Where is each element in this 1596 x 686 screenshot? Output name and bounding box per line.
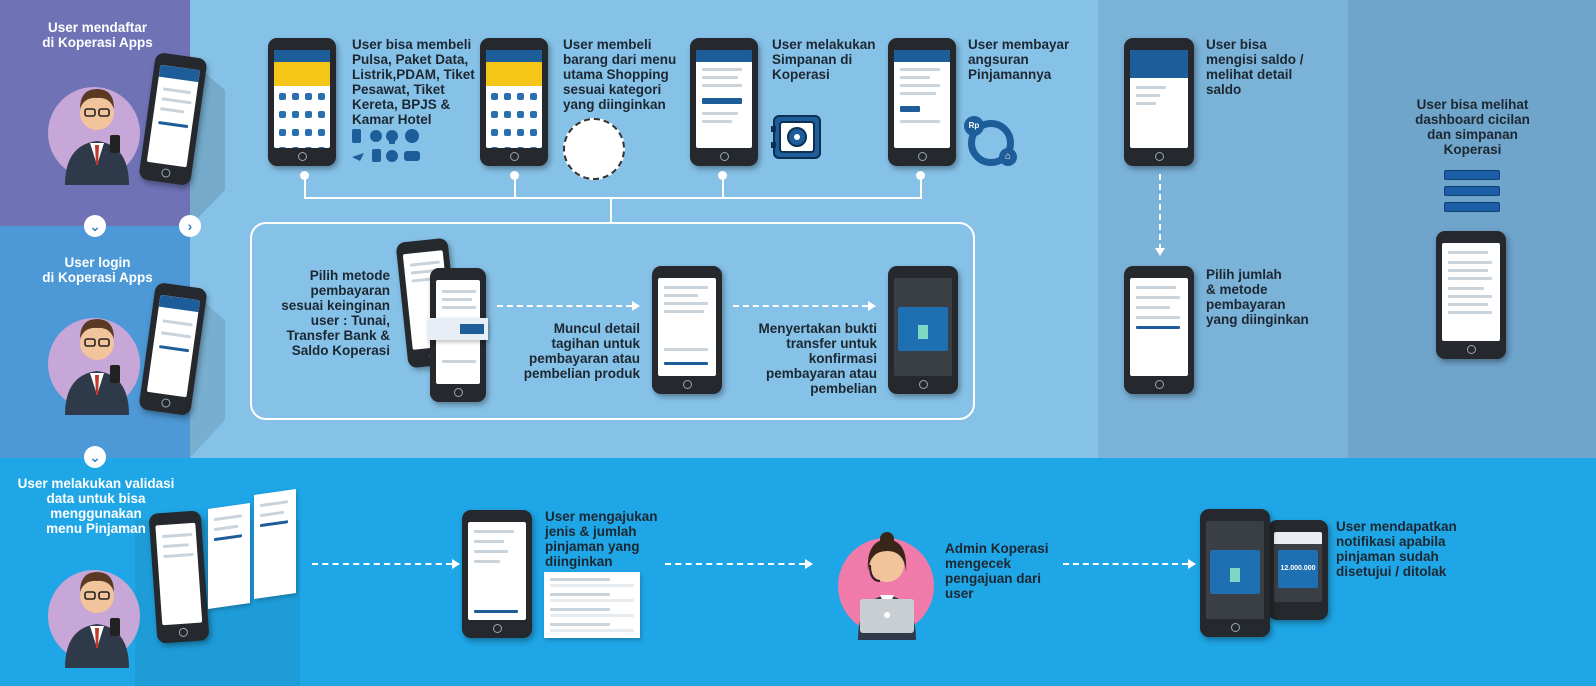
businessman-icon (65, 319, 129, 415)
caption-topup-method: Pilih jumlah & metode pembayaran yang di… (1206, 267, 1309, 327)
caption-register: User mendaftar di Koperasi Apps (42, 20, 153, 50)
menu-icon-bar-1 (1444, 170, 1500, 180)
phone-shopping (480, 38, 548, 166)
caption-payment-method: Pilih metode pembayaran sesuai keinginan… (281, 268, 390, 358)
caption-login: User login di Koperasi Apps (42, 255, 153, 285)
arrow-head (452, 559, 460, 569)
validation-form-card-2 (254, 489, 296, 599)
chevron-down-icon: ⌄ (84, 446, 106, 468)
validation-form-card-1 (208, 503, 250, 609)
panel-dashboard-bg (1348, 0, 1596, 458)
caption-dashboard: User bisa melihat dashboard cicilan dan … (1415, 97, 1530, 157)
loan-amount-label: 12.000.000 (1280, 564, 1316, 572)
caption-notification: User mendapatkan notifikasi apabila pinj… (1336, 519, 1457, 579)
arrow-validate-to-request (312, 563, 452, 565)
phone-notification-back: 12.000.000 (1268, 520, 1328, 620)
menu-icon-bar-2 (1444, 186, 1500, 196)
arrow-admin-to-notification (1063, 563, 1188, 565)
phone-savings (690, 38, 758, 166)
arrow-head (1188, 559, 1196, 569)
phone-transfer-proof (888, 266, 958, 394)
chevron-down-icon: ⌄ (84, 215, 106, 237)
arrow-head (1155, 248, 1165, 256)
caption-savings: User melakukan Simpanan di Koperasi (772, 37, 876, 82)
safe-icon (771, 115, 821, 159)
loan-form-card (544, 572, 640, 638)
phone-topup (1124, 38, 1194, 166)
arrow-head (632, 301, 640, 311)
arrow-head (868, 301, 876, 311)
arrow-request-to-admin (665, 563, 805, 565)
caption-buy-ppob: User bisa membeli Pulsa, Paket Data, Lis… (352, 37, 475, 127)
caption-bill-detail: Muncul detail tagihan untuk pembayaran a… (523, 321, 640, 381)
caption-admin-check: Admin Koperasi mengecek pengajuan dari u… (945, 541, 1049, 601)
phone-topup-method (1124, 266, 1194, 394)
arrow-payment-to-bill (497, 305, 632, 307)
arrow-bill-to-proof (733, 305, 868, 307)
category-icons-circle (563, 118, 625, 180)
phone-ppob (268, 38, 336, 166)
businessman-icon (65, 89, 129, 185)
caption-loan-request: User mengajukan jenis & jumlah pinjaman … (545, 509, 658, 569)
phone-dashboard (1436, 231, 1506, 359)
admin-woman-icon (858, 532, 916, 640)
businessman-icon (65, 572, 129, 668)
rp-badge: Rp (964, 116, 984, 136)
payment-options-card (428, 318, 488, 340)
phone-loan-request (462, 510, 532, 638)
arrow-head (805, 559, 813, 569)
phone-bill-detail (652, 266, 722, 394)
chevron-right-icon: › (179, 215, 201, 237)
phone-validate (148, 510, 210, 644)
caption-shopping: User membeli barang dari menu utama Shop… (563, 37, 677, 112)
phone-notification-front (1200, 509, 1270, 637)
caption-topup: User bisa mengisi saldo / melihat detail… (1206, 37, 1304, 97)
arrow-topup-to-method (1159, 174, 1161, 250)
ppob-icons (352, 129, 420, 162)
menu-icon-bar-3 (1444, 202, 1500, 212)
caption-transfer-proof: Menyertakan bukti transfer untuk konfirm… (758, 321, 877, 396)
phone-installment (888, 38, 956, 166)
caption-installment: User membayar angsuran Pinjamannya (968, 37, 1070, 82)
home-icon: ⌂ (999, 148, 1017, 166)
